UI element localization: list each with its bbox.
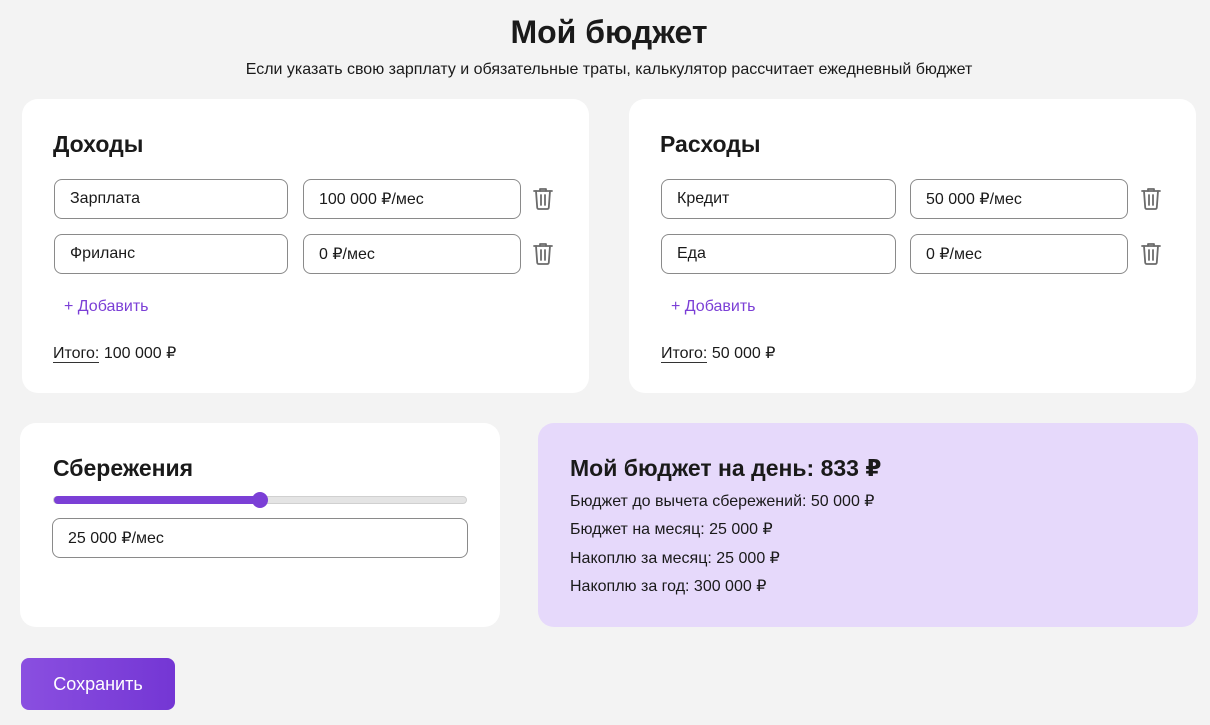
expense-name-field[interactable]: Еда xyxy=(661,234,896,274)
income-total-label: Итого: xyxy=(53,345,100,363)
page-title: Мой бюджет xyxy=(510,14,708,50)
expense-amount-field[interactable]: 0 ₽/мес xyxy=(910,234,1128,274)
page-subtitle: Если указать свою зарплату и обязательны… xyxy=(245,61,973,78)
trash-icon[interactable] xyxy=(532,186,554,210)
trash-icon[interactable] xyxy=(1140,241,1162,265)
savings-slider-fill xyxy=(54,496,260,504)
save-button[interactable]: Сохранить xyxy=(21,658,175,710)
income-title: Доходы xyxy=(53,131,144,157)
result-line: Бюджет на месяц: 25 000 ₽ xyxy=(570,521,773,538)
result-line: Накоплю за год: 300 000 ₽ xyxy=(570,578,767,595)
expense-amount-field[interactable]: 50 000 ₽/мес xyxy=(910,179,1128,219)
add-income-button[interactable]: + Добавить xyxy=(64,298,149,316)
expenses-card: Расходы Кредит 50 000 ₽/мес Еда 0 ₽/мес … xyxy=(629,99,1196,393)
income-card: Доходы Зарплата 100 000 ₽/мес Фриланс 0 … xyxy=(22,99,589,393)
add-expense-button[interactable]: + Добавить xyxy=(671,298,756,316)
income-name-field[interactable]: Зарплата xyxy=(54,179,288,219)
expenses-total-label: Итого: xyxy=(661,345,708,363)
income-amount-field[interactable]: 100 000 ₽/мес xyxy=(303,179,521,219)
expenses-total: Итого: 50 000 ₽ xyxy=(661,343,775,363)
savings-amount-field[interactable]: 25 000 ₽/мес xyxy=(52,518,468,558)
income-amount-field[interactable]: 0 ₽/мес xyxy=(303,234,521,274)
trash-icon[interactable] xyxy=(1140,186,1162,210)
income-name-field[interactable]: Фриланс xyxy=(54,234,288,274)
result-line: Накоплю за месяц: 25 000 ₽ xyxy=(570,550,780,567)
expenses-total-value: 50 000 ₽ xyxy=(711,345,776,362)
daily-budget-card: Мой бюджет на день: 833 ₽ Бюджет до выче… xyxy=(538,423,1198,627)
savings-slider[interactable] xyxy=(53,492,467,508)
result-line: Бюджет до вычета сбережений: 50 000 ₽ xyxy=(570,493,875,510)
savings-title: Сбережения xyxy=(53,455,194,481)
expenses-title: Расходы xyxy=(660,131,761,157)
savings-card: Сбережения 25 000 ₽/мес xyxy=(20,423,500,627)
income-total-value: 100 000 ₽ xyxy=(103,345,177,362)
daily-budget-title: Мой бюджет на день: 833 ₽ xyxy=(570,455,882,481)
trash-icon[interactable] xyxy=(532,241,554,265)
savings-slider-thumb[interactable] xyxy=(252,492,268,508)
expense-name-field[interactable]: Кредит xyxy=(661,179,896,219)
income-total: Итого: 100 000 ₽ xyxy=(53,343,176,363)
